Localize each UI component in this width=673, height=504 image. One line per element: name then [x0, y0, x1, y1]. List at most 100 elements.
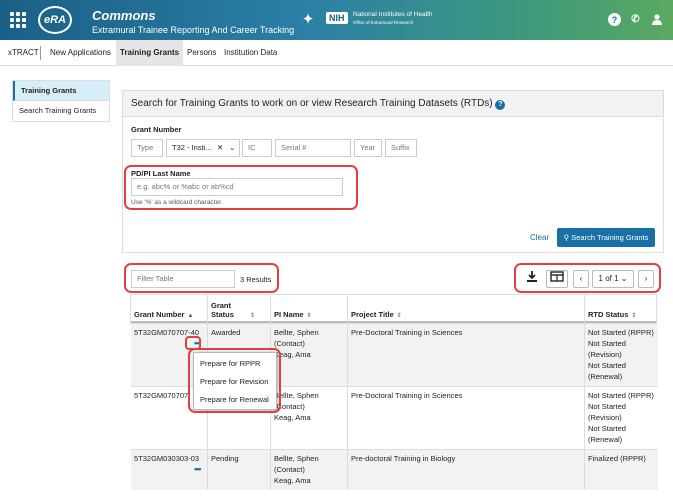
- search-panel-header: Search for Training Grants to work on or…: [123, 91, 663, 117]
- module-name: xTRACT: [8, 48, 39, 57]
- apps-grid-icon[interactable]: [10, 12, 26, 28]
- serial-number-field[interactable]: Serial #: [275, 139, 351, 157]
- col-grant-status[interactable]: Grant Status ⇕: [208, 295, 271, 323]
- main-tabs: xTRACT New Applications Training Grants …: [0, 40, 673, 66]
- activity-code-value: T32 - Insti...: [172, 143, 212, 152]
- tab-persons[interactable]: Persons: [183, 40, 220, 66]
- phone-icon[interactable]: ✆: [629, 13, 642, 26]
- pi-role: (Contact): [274, 402, 305, 411]
- rtd-status-cell: Not Started (RPPR) Not Started (Revision…: [585, 324, 658, 386]
- search-button-label: Search Training Grants: [571, 233, 649, 242]
- sort-icon: ⇕: [631, 313, 637, 319]
- tab-separator: [40, 46, 41, 60]
- help-icon[interactable]: ?: [608, 13, 621, 26]
- nih-full-name: National Institutes of Health: [353, 11, 433, 18]
- pi-name: Keag, Ama: [274, 350, 311, 359]
- clear-link[interactable]: Clear: [530, 233, 549, 242]
- filter-table-input[interactable]: Filter Table: [131, 270, 235, 288]
- row-actions-icon[interactable]: •••: [134, 464, 204, 475]
- pi-role: (Contact): [274, 465, 305, 474]
- side-nav: Training Grants Search Training Grants: [12, 80, 110, 122]
- pi-name: Bellte, Sphen: [274, 454, 319, 463]
- tab-institution-data[interactable]: Institution Data: [220, 40, 281, 66]
- rtd-status: Not Started (Renewal): [588, 361, 626, 381]
- pi-name: Keag, Ama: [274, 476, 311, 485]
- type-field[interactable]: Type: [131, 139, 163, 157]
- header-actions: ? ✆: [608, 13, 663, 26]
- previous-page-button[interactable]: ‹: [573, 270, 589, 288]
- download-icon[interactable]: [523, 270, 541, 288]
- activity-code-select[interactable]: T32 - Insti... ✕ ⌄: [166, 139, 240, 157]
- pi-name-cell: Bellte, Sphen (Contact) Keag, Ama: [271, 387, 348, 449]
- col-label: PI Name: [274, 310, 304, 319]
- col-grant-number[interactable]: Grant Number ▲: [131, 295, 208, 323]
- col-label: Grant Status: [211, 301, 234, 319]
- pi-last-name-input[interactable]: e.g. abc% or %abc or ab%cd: [131, 178, 343, 196]
- pi-last-name-label: PD/PI Last Name: [131, 169, 191, 178]
- top-header: eRA Commons Extramural Trainee Reporting…: [0, 0, 673, 40]
- grant-status: Pending: [208, 450, 271, 490]
- table-columns-icon[interactable]: [546, 270, 568, 288]
- next-page-button[interactable]: ›: [638, 270, 654, 288]
- search-icon: ⚲: [563, 233, 570, 242]
- sidenav-item-search-training-grants[interactable]: Search Training Grants: [13, 101, 109, 121]
- col-label: Grant Number: [134, 310, 185, 319]
- app-subtitle: Extramural Trainee Reporting And Career …: [92, 25, 295, 35]
- ic-field[interactable]: IC: [242, 139, 272, 157]
- col-project-title[interactable]: Project Title ⇕: [348, 295, 585, 323]
- tab-new-applications[interactable]: New Applications: [46, 40, 115, 66]
- nih-logo: NIH: [326, 12, 348, 24]
- training-grants-table: Grant Number ▲ Grant Status ⇕ PI Name ⇕ Pro…: [130, 294, 658, 490]
- user-icon[interactable]: [650, 13, 663, 26]
- rtd-status: Not Started (Renewal): [588, 424, 626, 444]
- project-title: Pre-Doctoral Training in Sciences: [348, 387, 585, 449]
- tab-training-grants[interactable]: Training Grants: [116, 40, 184, 66]
- chevron-down-icon[interactable]: ⌄: [229, 140, 235, 156]
- pi-role: (Contact): [274, 339, 305, 348]
- help-icon[interactable]: ?: [495, 100, 506, 110]
- col-pi-name[interactable]: PI Name ⇕: [271, 295, 348, 323]
- nih-name: National Institutes of Health Office of …: [353, 11, 433, 27]
- search-panel-title: Search for Training Grants to work on or…: [131, 98, 493, 109]
- pi-name: Keag, Ama: [274, 413, 311, 422]
- project-title: Pre-doctoral Training in Biology: [348, 450, 585, 490]
- page-indicator: 1 of 1: [598, 274, 619, 283]
- rtd-status: Finalized (RPPR): [588, 454, 646, 463]
- grant-number-label: Grant Number: [131, 125, 182, 134]
- sidenav-item-training-grants[interactable]: Training Grants: [13, 81, 109, 101]
- sort-asc-icon: ▲: [187, 313, 194, 319]
- table-header: Grant Number ▲ Grant Status ⇕ PI Name ⇕ Pro…: [131, 295, 656, 323]
- pi-name-cell: Bellte, Sphen (Contact) Keag, Ama: [271, 450, 348, 490]
- sort-icon: ⇕: [306, 313, 312, 319]
- col-rtd-status[interactable]: RTD Status ⇕: [585, 295, 658, 323]
- sort-icon: ⇕: [250, 313, 256, 319]
- col-label: Project Title: [351, 310, 394, 319]
- grant-number-cell: 5T32GM030303-03 •••: [131, 450, 208, 490]
- results-count: 3 Results: [240, 275, 272, 284]
- page-select[interactable]: 1 of 1 ⌄: [592, 270, 634, 288]
- search-training-grants-button[interactable]: ⚲ Search Training Grants: [557, 228, 655, 247]
- era-logo: eRA: [38, 6, 72, 34]
- rtd-status-cell: Not Started (RPPR) Not Started (Revision…: [585, 387, 658, 449]
- rtd-status: Not Started (Revision): [588, 402, 626, 422]
- hhs-eagle-icon: ✦: [301, 11, 315, 28]
- chevron-down-icon: ⌄: [620, 274, 628, 283]
- actions-menu-highlight: [188, 348, 281, 413]
- pi-name-cell: Bellte, Sphen (Contact) Keag, Ama: [271, 324, 348, 386]
- col-label: RTD Status: [588, 310, 629, 319]
- nih-office: Office of Extramural Research: [353, 20, 414, 25]
- app-title: Commons: [92, 8, 156, 23]
- year-field[interactable]: Year: [354, 139, 382, 157]
- rtd-status-cell: Finalized (RPPR): [585, 450, 658, 490]
- table-row: 5T32GM030303-03 ••• Pending Bellte, Sphe…: [131, 450, 658, 490]
- suffix-field[interactable]: Suffix: [385, 139, 417, 157]
- rtd-status: Not Started (RPPR): [588, 391, 654, 400]
- grant-number: 5T32GM030303-03: [134, 454, 200, 463]
- pi-name: Bellte, Sphen: [274, 391, 319, 400]
- sort-icon: ⇕: [396, 313, 402, 319]
- pi-name: Bellte, Sphen: [274, 328, 319, 337]
- project-title: Pre-Doctoral Training in Sciences: [348, 324, 585, 386]
- clear-x-icon[interactable]: ✕: [217, 140, 223, 156]
- wildcard-hint: Use '%' as a wildcard character.: [131, 199, 223, 206]
- rtd-status: Not Started (Revision): [588, 339, 626, 359]
